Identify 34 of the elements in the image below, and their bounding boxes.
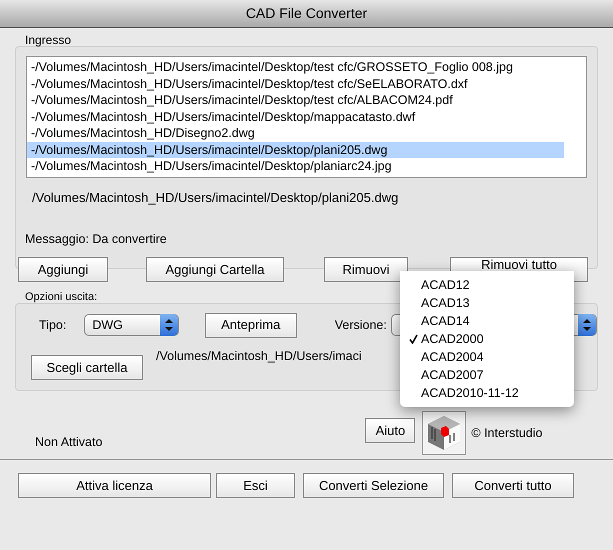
menu-item[interactable]: ACAD13: [400, 294, 574, 312]
copyright-text: © Interstudio: [471, 425, 542, 442]
group-label: Ingresso: [25, 32, 72, 46]
footer-button[interactable]: Converti tutto: [452, 473, 574, 498]
file-list-item[interactable]: -/Volumes/Macintosh_HD/Users/imacintel/Desktop/plani205.dwg: [27, 142, 564, 158]
selected-path: /Volumes/Macintosh_HD/Users/imacintel/Desktop/plani205.dwg: [32, 189, 398, 207]
menu-item[interactable]: ACAD2000: [400, 330, 574, 348]
file-list-item[interactable]: -/Volumes/Macintosh_HD/Disegno2.dwg: [27, 125, 564, 142]
footer-button[interactable]: Converti Selezione: [303, 473, 444, 498]
choose-folder-button[interactable]: Scegli cartella: [31, 355, 143, 380]
file-list-item[interactable]: -/Volumes/Macintosh_HD/Users/imacintel/Desktop/mappacatasto.dwf: [27, 108, 564, 125]
output-folder-path: /Volumes/Macintosh_HD/Users/imaci: [156, 348, 362, 365]
message-text: Messaggio: Da convertire: [25, 230, 167, 248]
preview-button[interactable]: Anteprima: [204, 312, 297, 338]
version-label: Versione:: [334, 316, 387, 334]
file-list-item[interactable]: -/Volumes/Macintosh_HD/Users/imacintel/Desktop/planiarc24.jpg: [27, 158, 564, 174]
help-button[interactable]: Aiuto: [365, 418, 416, 443]
type-label: Tipo:: [39, 316, 66, 334]
file-list-item[interactable]: -/Volumes/Macintosh_HD/Users/imacintel/Desktop/test cfc/GROSSETO_Foglio 008.jpg: [27, 59, 564, 76]
panel-button[interactable]: Rimuovi: [324, 257, 408, 282]
menu-item[interactable]: ACAD2007: [400, 366, 574, 384]
footer-button[interactable]: Attiva licenza: [18, 473, 211, 498]
menu-item[interactable]: ACAD2010-11-12: [400, 384, 574, 402]
file-list-item[interactable]: -/Volumes/Macintosh_HD/Users/imacintel/Desktop/test cfc/ALBACOM24.pdf: [27, 92, 564, 108]
type-select[interactable]: DWG: [84, 314, 179, 336]
panel-button[interactable]: Aggiungi: [18, 257, 108, 282]
menu-item[interactable]: ACAD2004: [400, 348, 574, 366]
group-label: Opzioni uscita:: [25, 290, 98, 303]
window-title: CAD File Converter: [246, 4, 368, 23]
license-status: Non Attivato: [35, 434, 102, 451]
panel-button[interactable]: Aggiungi Cartella: [146, 257, 284, 282]
menu-item[interactable]: ACAD14: [400, 312, 574, 330]
footer-button[interactable]: Esci: [216, 473, 295, 498]
file-list-item[interactable]: -/Volumes/Macintosh_HD/Users/imacintel/Desktop/test cfc/SeELABORATO.dxf: [27, 76, 564, 92]
